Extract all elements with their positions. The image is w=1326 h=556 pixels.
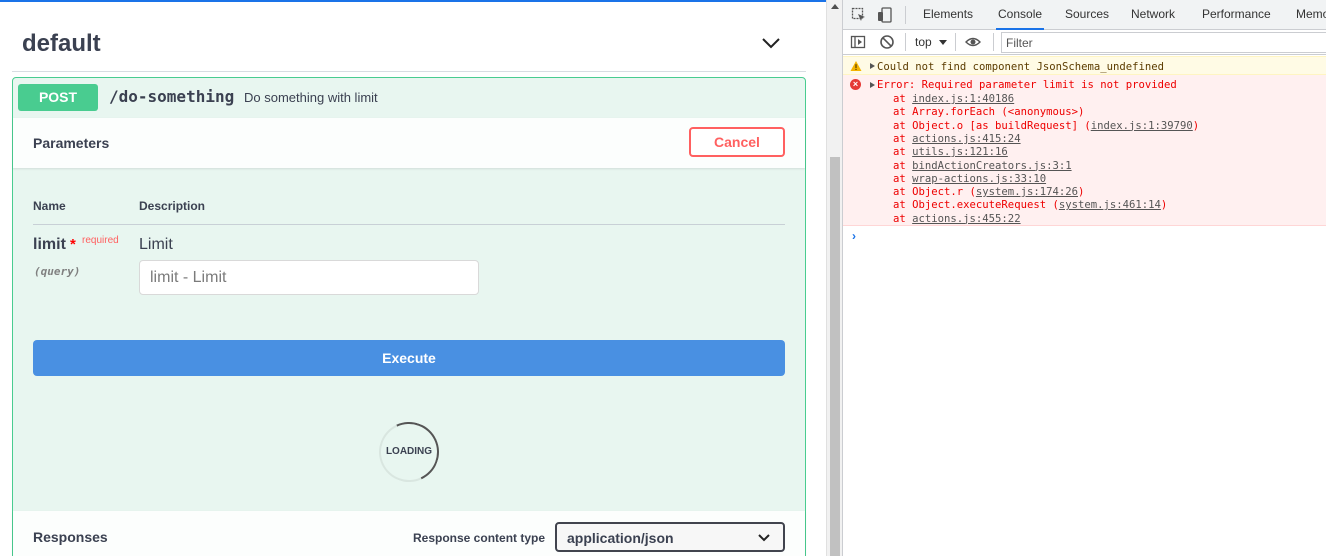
tab-sources[interactable]: Sources	[1063, 0, 1111, 30]
console-error-message[interactable]: × Error: Required parameter limit is not…	[843, 75, 1326, 226]
stack-source-link[interactable]: actions.js:415:24	[912, 133, 1020, 145]
error-icon: ×	[850, 79, 861, 90]
response-content-type-select[interactable]: application/json	[555, 522, 785, 552]
toolbar-separator	[955, 33, 956, 51]
operation-summary[interactable]: POST /do-something Do something with lim…	[13, 78, 805, 116]
toolbar-separator	[905, 33, 906, 51]
tab-performance[interactable]: Performance	[1200, 0, 1273, 30]
operation-summary-text: Do something with limit	[244, 90, 378, 105]
console-filter-input[interactable]	[1001, 32, 1326, 53]
tag-title: default	[22, 30, 101, 57]
toolbar-separator	[993, 33, 994, 51]
responses-header: Responses Response content type applicat…	[13, 511, 805, 556]
stack-prefix: at	[893, 172, 913, 185]
stack-trace-line: at Array.forEach (<anonymous>)	[893, 106, 1084, 118]
loading-label: LOADING	[385, 446, 433, 457]
stack-prefix: at	[893, 93, 913, 105]
sidebar-toggle-icon[interactable]	[850, 34, 866, 50]
operation-block: POST /do-something Do something with lim…	[12, 77, 806, 556]
stack-trace-line: at Object.executeRequest (system.js:461:…	[893, 199, 1167, 211]
context-selector[interactable]: top	[915, 35, 932, 49]
param-name: limit	[33, 236, 66, 253]
stack-suffix: )	[1077, 186, 1085, 199]
stack-prefix: at	[893, 159, 913, 172]
execute-button[interactable]: Execute	[33, 340, 785, 376]
method-badge: POST	[18, 84, 98, 111]
stack-trace-line: at utils.js:121:16	[893, 146, 1008, 158]
chevron-down-icon	[758, 534, 770, 542]
tab-memory[interactable]: Memo	[1294, 0, 1326, 30]
stack-source-link[interactable]: actions.js:455:22	[912, 213, 1020, 225]
limit-input[interactable]	[139, 260, 479, 295]
stack-prefix: at	[893, 186, 913, 199]
warning-icon	[850, 61, 862, 71]
stack-source-link[interactable]: wrap-actions.js:33:10	[912, 173, 1046, 185]
parameters-header: Parameters Cancel	[13, 118, 805, 168]
eye-icon[interactable]	[965, 34, 981, 50]
stack-source-link[interactable]: system.js:461:14	[1059, 199, 1161, 211]
stack-trace-line: at actions.js:455:22	[893, 213, 1021, 225]
stack-source-link[interactable]: bindActionCreators.js:3:1	[912, 160, 1071, 172]
inspect-element-icon[interactable]	[851, 7, 867, 23]
warning-text: Could not find component JsonSchema_unde…	[877, 61, 1165, 73]
stack-prefix: at	[893, 146, 913, 159]
expand-triangle-icon[interactable]	[870, 82, 875, 88]
stack-trace-line: at index.js:1:40186	[893, 93, 1014, 105]
stack-trace-line: at Object.o [as buildRequest] (index.js:…	[893, 120, 1199, 132]
column-header-description: Description	[139, 199, 206, 213]
stack-suffix: )	[1192, 119, 1200, 132]
stack-prefix: at	[893, 199, 913, 212]
stack-source-link[interactable]: index.js:1:40186	[912, 93, 1014, 105]
swagger-page: default POST /do-something Do something …	[0, 0, 826, 556]
stack-function: Object.r (	[912, 186, 976, 199]
stack-source-link[interactable]: utils.js:121:16	[912, 146, 1008, 158]
parameters-title: Parameters	[33, 135, 110, 151]
error-text: Error: Required parameter limit is not p…	[877, 79, 1177, 91]
stack-trace-line: at actions.js:415:24	[893, 133, 1021, 145]
context-dropdown-arrow-icon[interactable]	[939, 40, 947, 45]
column-divider	[33, 224, 785, 225]
page-scrollbar[interactable]	[826, 0, 842, 556]
stack-trace-line: at wrap-actions.js:33:10	[893, 173, 1046, 185]
param-description: Limit	[139, 236, 173, 253]
responses-title: Responses	[33, 529, 108, 545]
operation-path: /do-something	[109, 87, 235, 106]
stack-prefix: at	[893, 106, 913, 119]
tab-network[interactable]: Network	[1129, 0, 1177, 30]
console-prompt[interactable]: ›	[852, 229, 856, 243]
required-label: required	[82, 235, 119, 246]
tab-console[interactable]: Console	[996, 0, 1045, 30]
stack-function: Object.executeRequest (	[912, 199, 1059, 212]
chevron-down-icon[interactable]	[760, 32, 782, 54]
tab-elements[interactable]: Elements	[921, 0, 975, 30]
stack-trace-line: at bindActionCreators.js:3:1	[893, 160, 1072, 172]
stack-function: Array.forEach (<anonymous>)	[912, 106, 1085, 119]
stack-source-link[interactable]: system.js:174:26	[976, 186, 1078, 198]
console-warning-message[interactable]: Could not find component JsonSchema_unde…	[843, 56, 1326, 75]
stack-function: Object.o [as buildRequest] (	[912, 119, 1091, 132]
cancel-button[interactable]: Cancel	[689, 127, 785, 157]
stack-source-link[interactable]: index.js:1:39790	[1091, 120, 1193, 132]
param-location: (query)	[34, 265, 81, 278]
devtools-tabbar: Elements Console Sources Network Perform…	[843, 0, 1326, 30]
scrollbar-thumb[interactable]	[830, 157, 840, 556]
required-star: *	[70, 236, 76, 253]
devtools-panel: Elements Console Sources Network Perform…	[842, 0, 1326, 556]
stack-prefix: at	[893, 119, 913, 132]
loading-spinner: LOADING	[370, 413, 448, 491]
stack-prefix: at	[893, 212, 913, 225]
response-content-type-value: application/json	[567, 530, 674, 546]
expand-triangle-icon[interactable]	[870, 63, 875, 69]
column-header-name: Name	[33, 199, 66, 213]
response-content-type-label: Response content type	[413, 531, 546, 545]
stack-suffix: )	[1160, 199, 1168, 212]
tabbar-separator	[905, 6, 906, 24]
tag-header[interactable]: default	[12, 2, 806, 72]
stack-prefix: at	[893, 132, 913, 145]
scroll-up-arrow-icon[interactable]	[831, 4, 839, 9]
device-toolbar-icon[interactable]	[877, 7, 893, 23]
clear-console-icon[interactable]	[879, 34, 895, 50]
stack-trace-line: at Object.r (system.js:174:26)	[893, 186, 1084, 198]
console-toolbar: top	[843, 30, 1326, 55]
